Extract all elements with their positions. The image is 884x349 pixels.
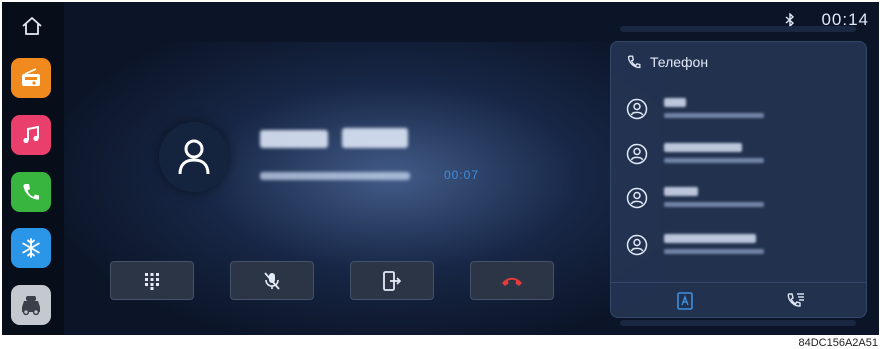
call-log-icon [787, 293, 804, 307]
phone-icon [23, 184, 39, 200]
transfer-icon [383, 270, 402, 291]
contacts-tab[interactable] [673, 290, 697, 312]
home-icon [22, 17, 42, 35]
phone-icon [627, 55, 641, 69]
contact-number-redacted [664, 113, 764, 118]
caller-number-redacted [260, 172, 410, 180]
music-note-icon [23, 125, 39, 144]
phone-panel-footer [611, 282, 866, 318]
home-button[interactable] [17, 12, 47, 40]
call-duration: 00:07 [444, 168, 480, 182]
vehicle-app-button[interactable] [11, 285, 51, 325]
keypad-icon [145, 272, 159, 290]
phone-app-button[interactable] [11, 172, 51, 212]
contact-item[interactable] [626, 181, 856, 217]
contact-item[interactable] [626, 137, 856, 173]
phone-panel-title: Телефон [650, 54, 709, 70]
radio-app-button[interactable] [11, 58, 51, 98]
person-icon [178, 139, 210, 175]
contact-person-icon [626, 234, 648, 256]
phone-panel: Телефон [610, 41, 867, 318]
panel-top-edge [620, 26, 856, 32]
contact-item[interactable] [626, 92, 856, 128]
caller-avatar [159, 122, 229, 192]
hang-up-icon [502, 277, 522, 286]
contact-name-redacted [664, 234, 756, 243]
contact-name-redacted [664, 98, 686, 107]
caller-name-redacted-2 [342, 128, 408, 148]
caller-name-redacted [260, 130, 328, 148]
call-log-tab[interactable] [784, 290, 808, 312]
panel-bottom-edge [620, 320, 856, 326]
contact-number-redacted [664, 202, 764, 207]
bluetooth-icon [785, 13, 795, 27]
contact-number-redacted [664, 249, 764, 254]
contact-person-icon [626, 98, 648, 120]
contact-number-redacted [664, 158, 764, 163]
image-code: 84DC156A2A51 [798, 337, 878, 349]
contact-person-icon [626, 143, 648, 165]
snowflake-icon [22, 238, 40, 258]
mic-mute-icon [264, 271, 280, 290]
contact-person-icon [626, 187, 648, 209]
contact-name-redacted [664, 143, 742, 152]
contacts-book-icon [677, 292, 693, 310]
phone-panel-header: Телефон [626, 54, 708, 70]
head-unit-screen: 00:14 00:07 Телефон [2, 2, 879, 335]
car-icon [22, 296, 40, 316]
hang-up-button[interactable] [470, 261, 554, 300]
keypad-button[interactable] [110, 261, 194, 300]
music-app-button[interactable] [11, 115, 51, 155]
contact-name-redacted [664, 187, 698, 196]
app-sidebar [2, 2, 64, 335]
climate-app-button[interactable] [11, 228, 51, 268]
transfer-audio-button[interactable] [350, 261, 434, 300]
contact-item[interactable] [626, 228, 856, 264]
radio-icon [22, 68, 40, 86]
mute-button[interactable] [230, 261, 314, 300]
